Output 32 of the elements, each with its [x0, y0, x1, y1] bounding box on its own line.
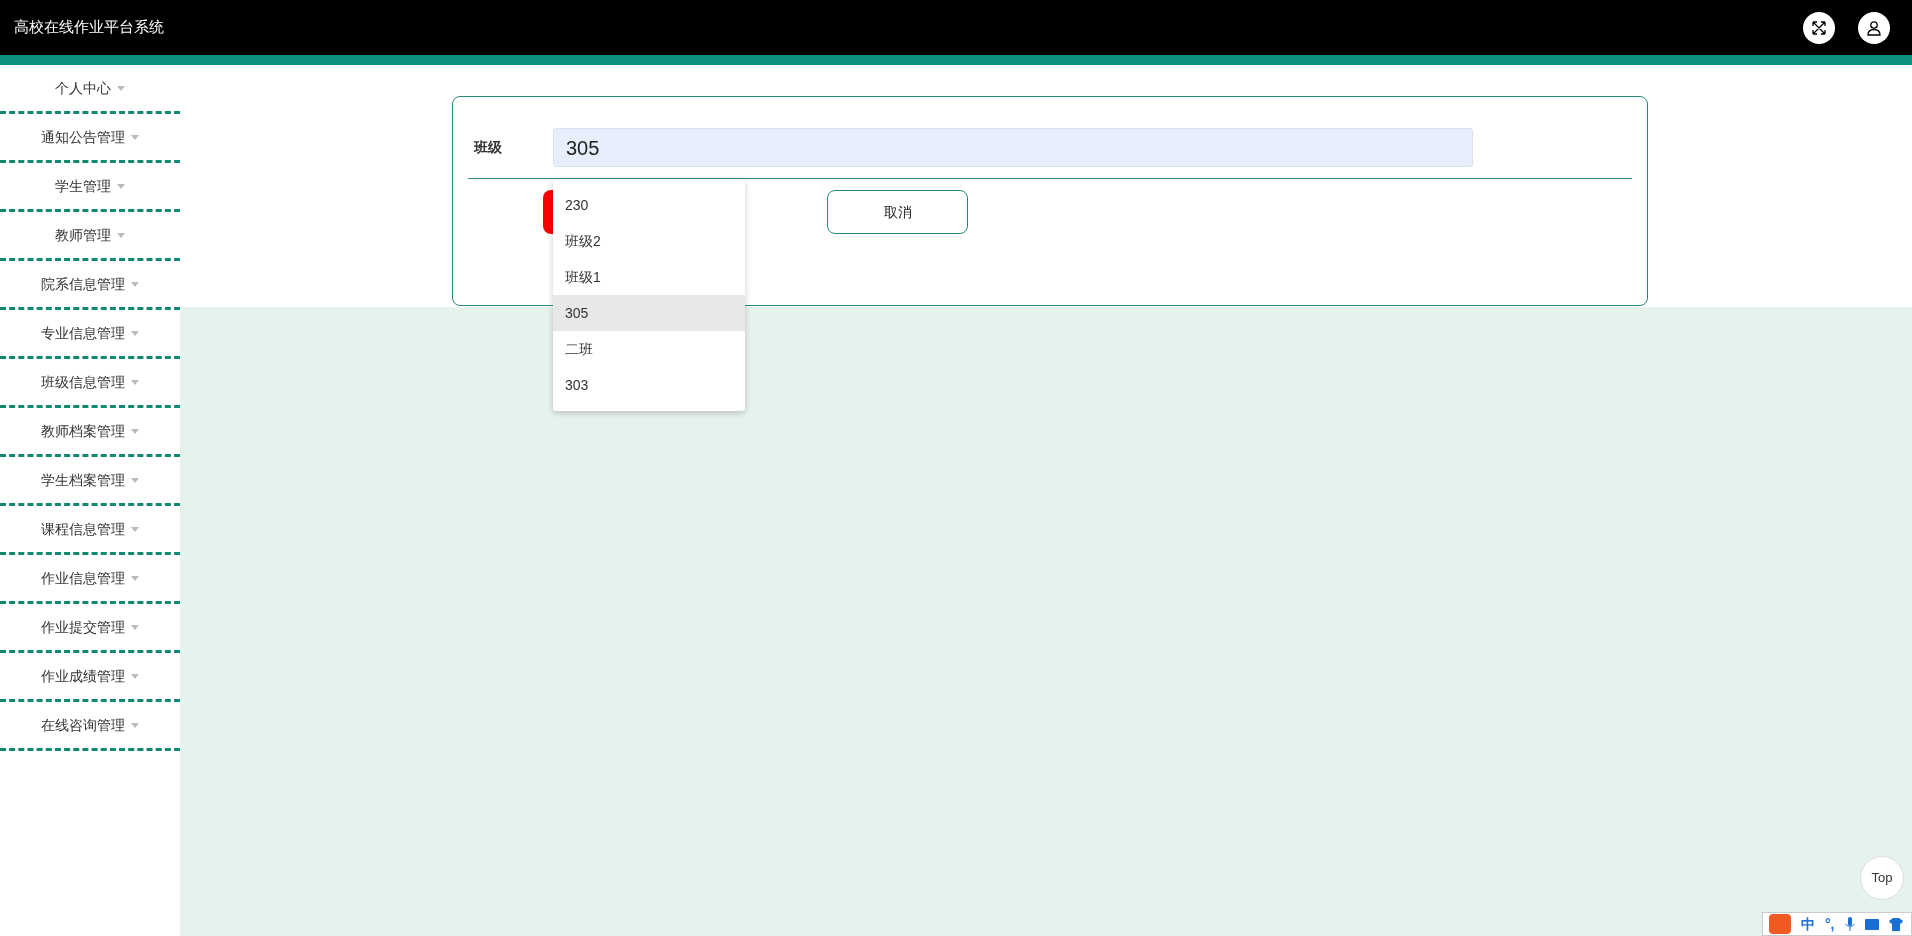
caret-icon: [131, 526, 139, 532]
dropdown-option[interactable]: 305: [553, 295, 745, 331]
caret-icon: [131, 673, 139, 679]
caret-icon: [117, 232, 125, 238]
caret-icon: [131, 722, 139, 728]
dropdown-option[interactable]: 二班: [553, 331, 745, 367]
class-select-field[interactable]: 305: [553, 128, 1473, 167]
ime-toggle[interactable]: °,: [1825, 913, 1835, 935]
shirt-icon: [1888, 917, 1903, 931]
caret-icon: [117, 85, 125, 91]
ime-toggle[interactable]: 中: [1801, 913, 1815, 935]
caret-icon: [117, 183, 125, 189]
user-icon: [1866, 19, 1882, 36]
user-button[interactable]: [1858, 11, 1890, 44]
expand-icon: [1811, 19, 1827, 36]
fullscreen-button[interactable]: [1803, 11, 1835, 44]
dropdown-option[interactable]: 班级2: [553, 223, 745, 259]
app-title: 高校在线作业平台系统: [14, 17, 164, 38]
microphone-icon: [1844, 917, 1855, 931]
caret-icon: [131, 575, 139, 581]
caret-icon: [131, 281, 139, 287]
dropdown-option[interactable]: 班级1: [553, 259, 745, 295]
caret-icon: [131, 379, 139, 385]
caret-icon: [131, 134, 139, 140]
caret-icon: [131, 330, 139, 336]
dropdown-option[interactable]: 230: [553, 187, 745, 223]
caret-icon: [131, 428, 139, 434]
cancel-button[interactable]: 取消: [827, 190, 968, 234]
caret-icon: [131, 624, 139, 630]
caret-icon: [131, 477, 139, 483]
dropdown-option[interactable]: 303: [553, 367, 745, 403]
field-label: 班级: [472, 138, 503, 157]
